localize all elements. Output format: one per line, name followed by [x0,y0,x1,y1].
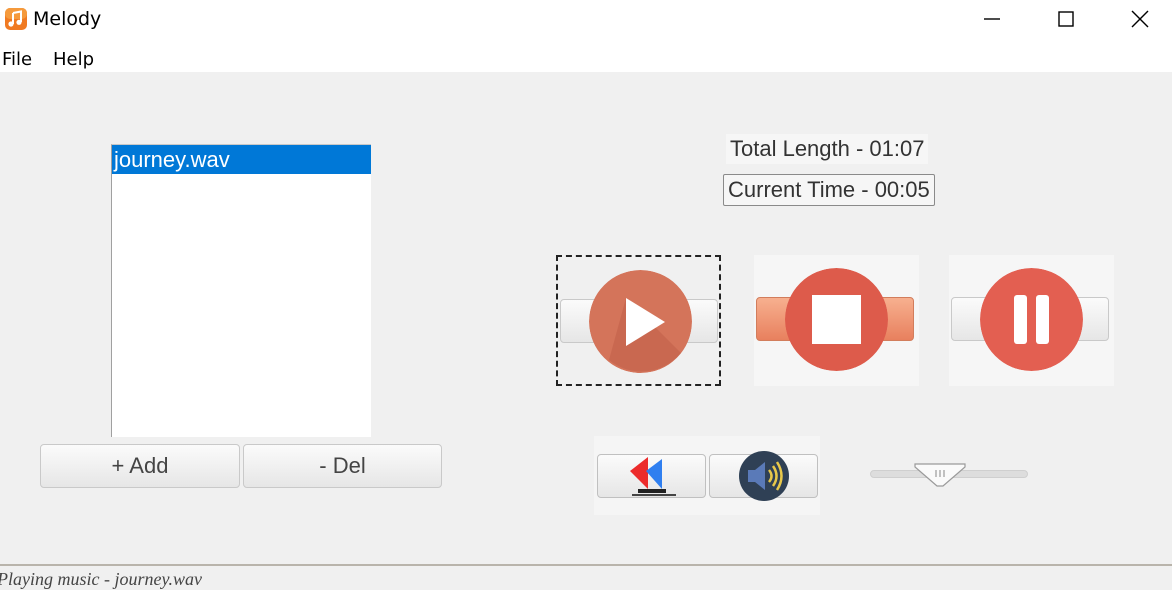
close-button[interactable] [1110,0,1170,38]
play-button[interactable] [556,255,721,386]
speaker-icon [738,451,789,501]
add-button[interactable]: + Add [40,444,240,488]
minimize-button[interactable] [962,0,1022,38]
window-title: Melody [33,8,102,30]
rewind-button[interactable] [597,454,706,498]
status-bar: Playing music - journey.wav [0,564,1172,590]
playlist[interactable]: journey.wav [111,144,371,437]
play-icon [589,270,692,373]
mute-button[interactable] [709,451,818,501]
rewind-icon [629,457,676,496]
volume-slider-thumb[interactable] [913,462,967,488]
stop-button[interactable] [754,255,919,386]
pause-button[interactable] [949,255,1114,386]
menu-file[interactable]: File [2,49,32,70]
delete-button[interactable]: - Del [243,444,442,488]
main-panel: journey.wav + Add - Del Total Length - 0… [0,72,1172,564]
status-text: Playing music - journey.wav [0,569,202,589]
menu-bar: File Help [0,44,1172,72]
menu-help[interactable]: Help [53,49,94,70]
maximize-button[interactable] [1036,0,1096,38]
close-icon [1131,10,1149,28]
maximize-icon [1058,11,1074,27]
current-time-label: Current Time - 00:05 [723,174,935,206]
title-bar: Melody [0,0,1172,40]
playlist-item[interactable]: journey.wav [112,145,371,174]
pause-icon [980,268,1083,371]
minimize-icon [984,18,1000,20]
total-length-label: Total Length - 01:07 [726,134,929,164]
music-note-icon [5,8,27,30]
secondary-controls [594,436,820,515]
stop-icon [785,268,888,371]
